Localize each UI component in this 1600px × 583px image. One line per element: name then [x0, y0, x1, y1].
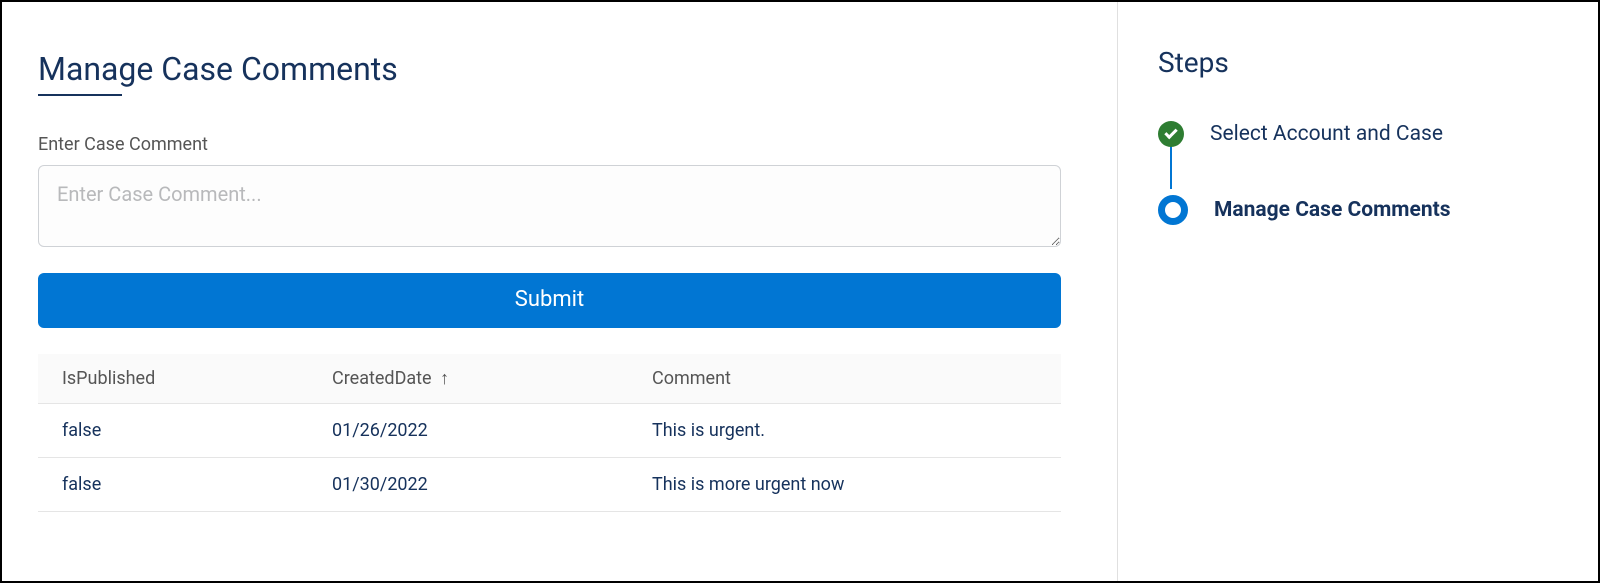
- step-manage-case-comments[interactable]: Manage Case Comments: [1158, 193, 1562, 227]
- step-complete-icon: [1158, 121, 1184, 147]
- submit-button[interactable]: Submit: [38, 273, 1061, 328]
- col-header-createddate[interactable]: CreatedDate ↑: [308, 354, 628, 404]
- steps-sidebar: Steps Select Account and Case Manage Cas…: [1118, 2, 1598, 581]
- cell-createddate: 01/26/2022: [308, 404, 628, 458]
- step-current-icon: [1158, 195, 1188, 225]
- step-label: Select Account and Case: [1210, 122, 1443, 146]
- table-row[interactable]: false 01/26/2022 This is urgent.: [38, 404, 1061, 458]
- step-connector: [1170, 145, 1172, 189]
- col-header-comment-label: Comment: [652, 368, 731, 389]
- cell-comment: This is urgent.: [628, 404, 1061, 458]
- col-header-ispublished[interactable]: IsPublished: [38, 354, 308, 404]
- cell-ispublished: false: [38, 458, 308, 512]
- step-label: Manage Case Comments: [1214, 198, 1451, 222]
- col-header-ispublished-label: IsPublished: [62, 368, 155, 389]
- cell-comment: This is more urgent now: [628, 458, 1061, 512]
- comments-table: IsPublished CreatedDate ↑ Comment false …: [38, 354, 1061, 512]
- case-comment-input[interactable]: [38, 165, 1061, 247]
- table-header-row: IsPublished CreatedDate ↑ Comment: [38, 354, 1061, 404]
- main-panel: Manage Case Comments Enter Case Comment …: [2, 2, 1118, 581]
- steps-heading: Steps: [1158, 46, 1562, 79]
- cell-ispublished: false: [38, 404, 308, 458]
- table-row[interactable]: false 01/30/2022 This is more urgent now: [38, 458, 1061, 512]
- check-icon: [1164, 126, 1177, 139]
- arrow-up-icon: ↑: [440, 368, 449, 389]
- comment-field-label: Enter Case Comment: [38, 134, 1061, 155]
- col-header-createddate-label: CreatedDate: [332, 368, 432, 389]
- steps-list: Select Account and Case Manage Case Comm…: [1158, 117, 1562, 227]
- title-underline: [38, 94, 122, 96]
- step-select-account-and-case[interactable]: Select Account and Case: [1158, 117, 1562, 151]
- page-title: Manage Case Comments: [38, 50, 1061, 88]
- cell-createddate: 01/30/2022: [308, 458, 628, 512]
- app-window: Manage Case Comments Enter Case Comment …: [0, 0, 1600, 583]
- col-header-comment[interactable]: Comment: [628, 354, 1061, 404]
